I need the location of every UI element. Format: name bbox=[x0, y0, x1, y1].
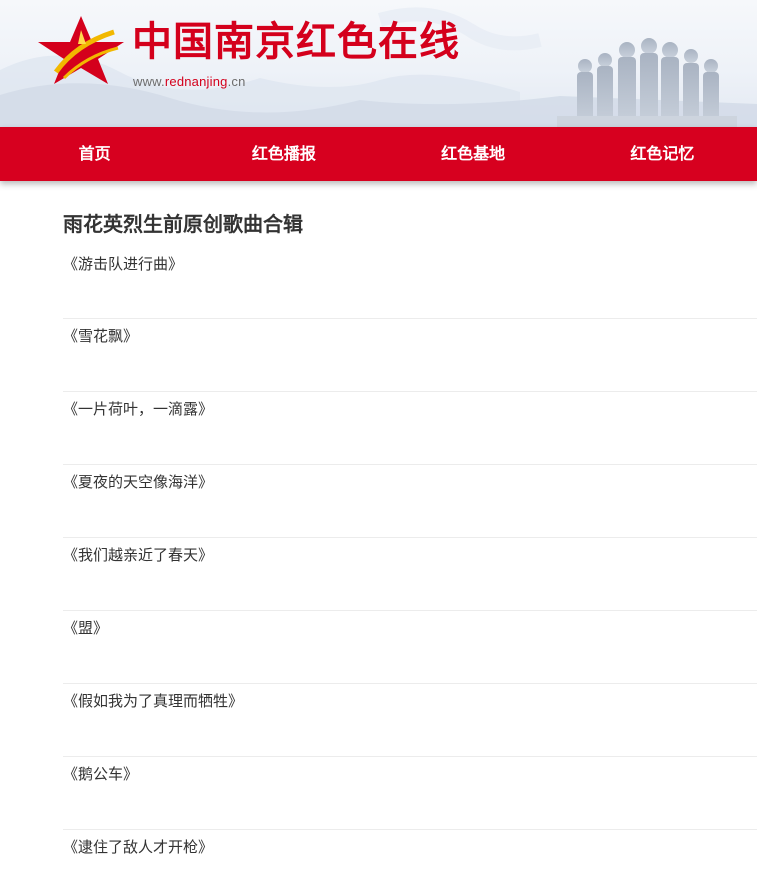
list-item[interactable]: 《盟》 bbox=[63, 611, 757, 684]
nav-item-home[interactable]: 首页 bbox=[0, 127, 189, 181]
nav-item-red-news[interactable]: 红色播报 bbox=[189, 127, 378, 181]
main-nav: 首页 红色播报 红色基地 红色记忆 bbox=[0, 127, 757, 181]
list-item[interactable]: 《我们越亲近了春天》 bbox=[63, 538, 757, 611]
site-title[interactable]: 中国南京红色在线 bbox=[132, 22, 460, 62]
url-prefix: www. bbox=[133, 74, 165, 89]
list-item[interactable]: 《夏夜的天空像海洋》 bbox=[63, 465, 757, 538]
url-suffix: .cn bbox=[227, 74, 246, 89]
list-item[interactable]: 《游击队进行曲》 bbox=[63, 255, 757, 319]
red-star-icon bbox=[38, 16, 124, 84]
page-title: 雨花英烈生前原创歌曲合辑 bbox=[63, 212, 303, 236]
nav-item-red-bases[interactable]: 红色基地 bbox=[379, 127, 568, 181]
list-item[interactable]: 《逮住了敌人才开枪》 bbox=[63, 830, 757, 895]
main-content: 雨花英烈生前原创歌曲合辑 《游击队进行曲》 《雪花飘》 《一片荷叶，一滴露》 《… bbox=[0, 181, 757, 895]
list-item[interactable]: 《假如我为了真理而牺牲》 bbox=[63, 684, 757, 757]
monument-sculpture-image bbox=[557, 38, 737, 127]
list-item[interactable]: 《鹅公车》 bbox=[63, 757, 757, 830]
song-list: 《游击队进行曲》 《雪花飘》 《一片荷叶，一滴露》 《夏夜的天空像海洋》 《我们… bbox=[63, 255, 757, 895]
site-url[interactable]: www.rednanjing.cn bbox=[133, 74, 246, 89]
list-item[interactable]: 《雪花飘》 bbox=[63, 319, 757, 392]
nav-item-red-memory[interactable]: 红色记忆 bbox=[568, 127, 757, 181]
url-accent: rednanjing bbox=[164, 74, 228, 89]
header-banner: 中国南京红色在线 www.rednanjing.cn bbox=[0, 0, 757, 127]
list-item[interactable]: 《一片荷叶，一滴露》 bbox=[63, 392, 757, 465]
